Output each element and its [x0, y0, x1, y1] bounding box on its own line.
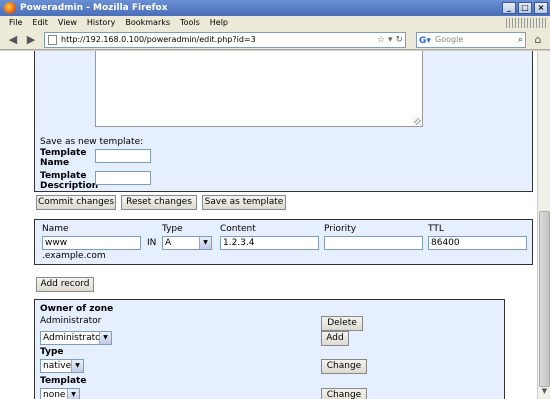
forward-icon[interactable]: ▶ [24, 33, 38, 47]
name-header: Name [42, 224, 69, 234]
back-icon[interactable]: ◀ [6, 33, 20, 47]
scroll-down-icon[interactable]: ▼ [539, 387, 550, 398]
record-ttl-input[interactable]: 86400 [428, 236, 527, 250]
chevron-down-icon: ▼ [71, 360, 83, 372]
url-bar[interactable]: http://192.168.0.100/poweradmin/edit.php… [44, 32, 406, 48]
reset-changes-button[interactable]: Reset changes [121, 195, 197, 210]
window-title-bar: Poweradmin - Mozilla Firefox _ □ × [0, 0, 550, 16]
record-priority-input[interactable] [324, 236, 423, 250]
content-header: Content [220, 224, 256, 234]
in-label: IN [147, 238, 157, 248]
minimize-icon[interactable]: _ [502, 2, 516, 14]
template-description-label: Template Description [40, 171, 99, 191]
owner-select-value: Administrator [43, 333, 105, 343]
zone-type-value: native [43, 361, 72, 371]
owner-of-zone-label: Owner of zone [40, 304, 114, 314]
chevron-down-icon: ▼ [67, 389, 79, 399]
record-content-input[interactable]: 1.2.3.4 [220, 236, 319, 250]
menu-edit[interactable]: Edit [27, 16, 53, 30]
search-bar[interactable]: G▾ Google ⌕ [416, 32, 526, 48]
record-type-value: A [165, 238, 172, 248]
resize-grip-icon[interactable] [414, 118, 421, 125]
search-placeholder: Google [435, 35, 464, 44]
template-panel: Save as new template: Template Name Temp… [34, 51, 533, 192]
bookmark-star-icon[interactable]: ☆ [377, 35, 385, 45]
url-text: http://192.168.0.100/poweradmin/edit.php… [61, 35, 256, 44]
record-name-input[interactable]: www [42, 236, 141, 250]
home-icon[interactable]: ⌂ [530, 33, 546, 47]
template-name-label: Template Name [40, 148, 87, 168]
type-header: Type [162, 224, 183, 234]
template-name-input[interactable] [95, 149, 151, 163]
maximize-icon[interactable]: □ [518, 2, 532, 14]
window-title: Poweradmin - Mozilla Firefox [20, 3, 168, 13]
commit-changes-button[interactable]: Commit changes [36, 195, 116, 210]
google-icon: G▾ [419, 36, 431, 46]
menu-history[interactable]: History [82, 16, 120, 30]
save-as-template-button[interactable]: Save as template [202, 195, 286, 210]
menu-view[interactable]: View [53, 16, 82, 30]
record-type-select[interactable]: A ▼ [162, 236, 212, 250]
owner-select[interactable]: Administrator ▼ [40, 331, 112, 345]
menu-help[interactable]: Help [205, 16, 233, 30]
page-icon [48, 35, 57, 45]
owner-value: Administrator [40, 316, 102, 326]
record-panel: Name Type Content Priority TTL www IN A … [34, 219, 533, 265]
zone-type-label: Type [40, 347, 64, 357]
dropdown-icon[interactable]: ▾ [388, 35, 393, 45]
description-textarea[interactable] [95, 51, 423, 127]
vertical-scrollbar[interactable]: ▼ [537, 51, 550, 399]
priority-header: Priority [324, 224, 357, 234]
toolbar-grip-icon [506, 18, 546, 28]
menu-bookmarks[interactable]: Bookmarks [120, 16, 175, 30]
menu-file[interactable]: File [4, 16, 27, 30]
close-icon[interactable]: × [534, 2, 548, 14]
url-bar-actions: ☆ ▾ ↻ [377, 33, 403, 47]
domain-suffix: .example.com [42, 251, 106, 261]
add-owner-button[interactable]: Add [321, 331, 349, 346]
template-label: Template [40, 376, 87, 386]
template-select-value: none [43, 390, 66, 399]
template-select[interactable]: none ▼ [40, 388, 80, 399]
delete-owner-button[interactable]: Delete [321, 316, 363, 331]
reload-icon[interactable]: ↻ [395, 35, 403, 45]
scrollbar-thumb[interactable] [539, 211, 550, 387]
template-description-input[interactable] [95, 171, 151, 185]
save-as-new-template-label: Save as new template: [40, 137, 144, 147]
menu-tools[interactable]: Tools [175, 16, 205, 30]
change-template-button[interactable]: Change [321, 388, 367, 399]
add-record-button[interactable]: Add record [36, 277, 94, 292]
menu-bar: File Edit View History Bookmarks Tools H… [0, 16, 550, 30]
search-icon[interactable]: ⌕ [518, 33, 523, 47]
ttl-header: TTL [428, 224, 444, 234]
zone-panel: Owner of zone Administrator Delete Admin… [34, 299, 505, 399]
chevron-down-icon: ▼ [199, 237, 211, 249]
zone-type-select[interactable]: native ▼ [40, 359, 84, 373]
change-type-button[interactable]: Change [321, 359, 367, 374]
chevron-down-icon: ▼ [99, 332, 111, 344]
page-viewport: Save as new template: Template Name Temp… [0, 51, 537, 399]
window-controls: _ □ × [502, 2, 548, 14]
firefox-icon [4, 2, 16, 14]
navigation-bar: ◀ ▶ http://192.168.0.100/poweradmin/edit… [0, 30, 550, 50]
